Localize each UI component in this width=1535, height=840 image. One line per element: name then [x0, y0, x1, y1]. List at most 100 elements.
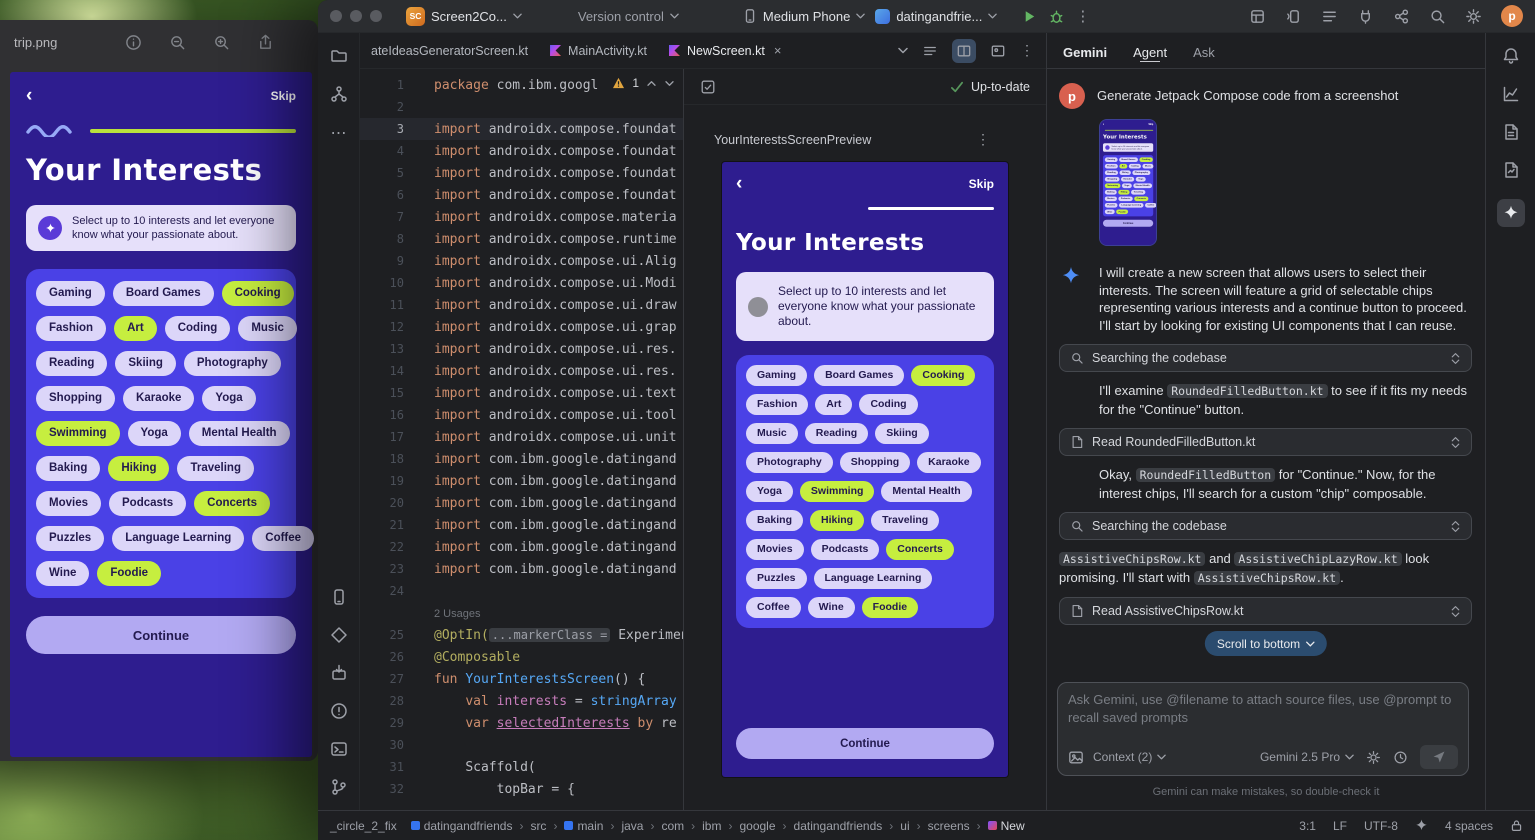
interest-chip[interactable]: Puzzles [36, 526, 104, 551]
code-line[interactable]: 15import androidx.compose.ui.text [360, 382, 683, 404]
code-line[interactable]: 5import androidx.compose.foundat [360, 162, 683, 184]
interest-chip[interactable]: Music [238, 316, 297, 341]
code-line[interactable]: 24 [360, 580, 683, 602]
tab-new-screen[interactable]: NewScreen.kt × [658, 33, 792, 69]
code-editor[interactable]: 1package com.ibm.googl23import androidx.… [360, 69, 683, 810]
code-line[interactable]: 2 [360, 96, 683, 118]
close-tab-icon[interactable]: × [774, 43, 782, 58]
gemini-toolwindow-button[interactable] [1497, 199, 1525, 227]
interest-chip[interactable]: Yoga [128, 421, 181, 446]
code-line[interactable]: 27fun YourInterestsScreen() { [360, 668, 683, 690]
interest-chip[interactable]: Foodie [97, 561, 161, 586]
breadcrumb-item[interactable]: ui [900, 819, 909, 833]
lock-icon[interactable] [1510, 819, 1523, 832]
skip-button[interactable]: Skip [271, 89, 296, 103]
code-line[interactable]: 20import com.ibm.google.datingand [360, 492, 683, 514]
interest-chip[interactable]: Reading [805, 423, 868, 444]
file-encoding[interactable]: UTF-8 [1364, 819, 1398, 833]
tab-ask[interactable]: Ask [1193, 45, 1215, 60]
code-line[interactable]: 4import androidx.compose.foundat [360, 140, 683, 162]
build-refresh-icon[interactable] [700, 79, 716, 95]
task-list-icon[interactable] [1321, 8, 1338, 25]
interest-chip[interactable]: Photography [746, 452, 833, 473]
settings-gear-icon[interactable] [1465, 8, 1482, 25]
code-line[interactable]: 31 Scaffold( [360, 756, 683, 778]
preview-options-icon[interactable]: ⋮ [976, 131, 990, 148]
commit-icon[interactable] [330, 85, 348, 103]
interest-chip[interactable]: Wine [36, 561, 89, 586]
tab-generator-screen[interactable]: ateIdeasGeneratorScreen.kt [360, 33, 539, 69]
breadcrumb-item[interactable]: New [988, 819, 1025, 833]
caret-position[interactable]: 3:1 [1299, 819, 1316, 833]
notifications-icon[interactable] [1502, 47, 1520, 65]
interest-chip[interactable]: Gaming [746, 365, 807, 386]
interest-chip[interactable]: Skiing [115, 351, 176, 376]
interest-chip[interactable]: Coding [165, 316, 231, 341]
layout-inspector-icon[interactable] [1249, 8, 1266, 25]
interest-chip[interactable]: Music [746, 423, 798, 444]
interest-chip[interactable]: Shopping [36, 386, 115, 411]
interest-chip[interactable]: Podcasts [109, 491, 186, 516]
tool-call-read[interactable]: Read AssistiveChipsRow.kt [1059, 597, 1472, 625]
interest-chip[interactable]: Shopping [840, 452, 910, 473]
code-line[interactable]: 12import androidx.compose.ui.grap [360, 316, 683, 338]
interest-chip[interactable]: Hiking [108, 456, 169, 481]
code-line[interactable]: 10import androidx.compose.ui.Modi [360, 272, 683, 294]
code-line[interactable]: 32 topBar = { [360, 778, 683, 800]
interest-chip[interactable]: Language Learning [814, 568, 933, 589]
interest-chip[interactable]: Hiking [810, 510, 864, 531]
tool-call-read[interactable]: Read RoundedFilledButton.kt [1059, 428, 1472, 456]
ai-status-icon[interactable] [1415, 819, 1428, 832]
search-icon[interactable] [1429, 8, 1446, 25]
code-line[interactable]: 17import androidx.compose.ui.unit [360, 426, 683, 448]
interest-chip[interactable]: Coffee [252, 526, 314, 551]
interest-chip[interactable]: Coffee [746, 597, 801, 618]
project-folder-icon[interactable] [330, 47, 348, 65]
breadcrumb-item[interactable]: src [530, 819, 546, 833]
more-actions-icon[interactable]: ⋮ [1075, 7, 1091, 25]
interest-chip[interactable]: Board Games [814, 365, 904, 386]
interest-chip[interactable]: Cooking [222, 281, 294, 306]
zoom-in-icon[interactable] [213, 34, 230, 51]
interest-chip[interactable]: Fashion [746, 394, 808, 415]
interest-chip[interactable]: Concerts [194, 491, 270, 516]
line-separator[interactable]: LF [1333, 819, 1347, 833]
breadcrumb-item[interactable]: ibm [702, 819, 721, 833]
context-selector[interactable]: Context (2) [1093, 750, 1166, 764]
breadcrumb-item[interactable]: screens [928, 819, 970, 833]
running-devices-icon[interactable] [330, 588, 348, 606]
tab-main-activity[interactable]: MainActivity.kt [539, 33, 658, 69]
code-line[interactable]: 18import com.ibm.google.datingand [360, 448, 683, 470]
interest-chip[interactable]: Mental Health [881, 481, 971, 502]
code-line[interactable]: 25@OptIn(...markerClass = Experiment [360, 624, 683, 646]
more-tool-windows-icon[interactable]: ⋯ [331, 123, 347, 143]
code-view-toggle[interactable] [918, 39, 942, 63]
version-control-icon[interactable] [330, 778, 348, 796]
code-line[interactable]: 7import androidx.compose.materia [360, 206, 683, 228]
code-line[interactable]: 3import androidx.compose.foundat [360, 118, 683, 140]
interest-chip[interactable]: Swimming [36, 421, 120, 446]
code-line[interactable]: 9import androidx.compose.ui.Alig [360, 250, 683, 272]
interest-chip[interactable]: Traveling [871, 510, 939, 531]
breadcrumb-item[interactable]: java [621, 819, 643, 833]
interest-chip[interactable]: Traveling [177, 456, 254, 481]
interest-chip[interactable]: Mental Health [189, 421, 290, 446]
interest-chip[interactable]: Wine [808, 597, 855, 618]
editor-options-icon[interactable]: ⋮ [1020, 42, 1034, 59]
split-view-toggle[interactable] [952, 39, 976, 63]
project-selector[interactable]: SC Screen2Co... [406, 7, 522, 26]
breadcrumb-item[interactable]: main [564, 819, 603, 833]
model-selector[interactable]: Gemini 2.5 Pro [1260, 750, 1354, 764]
interest-chip[interactable]: Board Games [113, 281, 214, 306]
code-line[interactable]: 8import androidx.compose.runtime [360, 228, 683, 250]
send-button[interactable] [1420, 745, 1458, 769]
logcat-icon[interactable] [1502, 123, 1520, 141]
device-manager-icon[interactable] [330, 664, 348, 682]
interest-chip[interactable]: Karaoke [917, 452, 980, 473]
hidden-tabs-icon[interactable] [898, 47, 908, 54]
gemini-settings-icon[interactable] [1366, 750, 1381, 765]
remote-dev-icon[interactable] [1393, 8, 1410, 25]
vcs-widget[interactable]: Version control [578, 9, 679, 24]
profiler-icon[interactable] [1502, 85, 1520, 103]
interest-chip[interactable]: Language Learning [112, 526, 244, 551]
